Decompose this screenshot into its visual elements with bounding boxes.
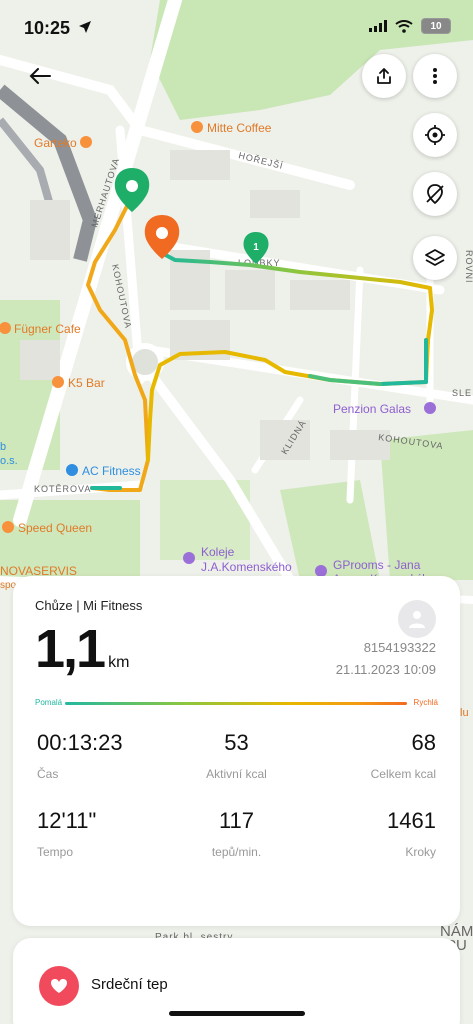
- poi-right: lu: [460, 707, 469, 719]
- metric-steps-label: Kroky: [405, 845, 436, 859]
- metric-active-kcal-value: 53: [224, 730, 249, 755]
- km-marker-label: 1: [253, 242, 259, 253]
- street-label: SLE: [452, 388, 472, 398]
- activity-datetime: 21.11.2023 10:09: [335, 662, 436, 677]
- cellular-signal-icon: [369, 20, 387, 32]
- fitness-icon[interactable]: [66, 464, 78, 476]
- activity-source: Chůze | Mi Fitness: [35, 598, 143, 613]
- locate-icon: [425, 125, 445, 145]
- cafe-icon[interactable]: [191, 121, 203, 133]
- heart-rate-label: Srdeční tep: [91, 976, 168, 993]
- locate-button[interactable]: [413, 113, 457, 157]
- activity-summary-card: Chůze | Mi Fitness 1,1 km 8154193322 21.…: [13, 576, 460, 926]
- poi-garteko[interactable]: Garteko: [34, 136, 77, 150]
- distance: 1,1 km: [35, 618, 129, 680]
- poi-gprooms[interactable]: GProoms - Jana: [333, 558, 421, 572]
- status-bar: 10:25 10: [0, 0, 473, 56]
- metric-total-kcal-label: Celkem kcal: [370, 767, 436, 781]
- street-label: KOTĚROVA: [34, 484, 91, 494]
- heart-icon: [51, 979, 67, 993]
- metric-heart-rate-label: tepů/min.: [211, 845, 262, 859]
- map-layers-button[interactable]: [413, 236, 457, 280]
- more-button[interactable]: [413, 54, 457, 98]
- poi-ac-fitness[interactable]: AC Fitness: [82, 464, 141, 478]
- status-time: 10:25: [24, 18, 71, 38]
- metric-total-kcal-value: 68: [411, 730, 436, 755]
- battery-icon: 10: [421, 18, 451, 34]
- poi-koleje-sub: J.A.Komenského: [201, 560, 292, 574]
- activity-id: 8154193322: [363, 640, 436, 655]
- status-icons: 10: [369, 18, 451, 34]
- poi-mitte-coffee[interactable]: Mitte Coffee: [207, 121, 272, 135]
- wifi-icon: [395, 19, 413, 33]
- distance-value: 1,1: [35, 619, 106, 679]
- layers-icon: [425, 249, 445, 266]
- more-icon: [433, 68, 437, 84]
- user-icon: [409, 611, 425, 628]
- pace-slow-label: Pomalá: [35, 698, 63, 707]
- pace-gradient-bar: [65, 702, 407, 705]
- hotel-icon[interactable]: [183, 552, 195, 564]
- poi-left: b: [0, 441, 6, 453]
- poi-koleje[interactable]: Koleje: [201, 545, 235, 559]
- street-label: ROVNÍ: [464, 250, 473, 284]
- poi-penzion-galas[interactable]: Penzion Galas: [333, 402, 411, 416]
- distance-unit: km: [108, 654, 130, 671]
- back-button[interactable]: [24, 60, 56, 92]
- hide-route-icon: [426, 184, 444, 205]
- hide-route-button[interactable]: [413, 172, 457, 216]
- hotel-icon[interactable]: [424, 402, 436, 414]
- home-indicator: [169, 1011, 305, 1016]
- share-icon: [377, 68, 391, 84]
- share-button[interactable]: [362, 54, 406, 98]
- pace-fast-label: Rychlá: [413, 698, 438, 707]
- battery-level: 10: [430, 20, 442, 32]
- laundry-icon[interactable]: [2, 521, 14, 533]
- poi-speed-queen[interactable]: Speed Queen: [18, 521, 92, 535]
- metric-steps-value: 1461: [387, 808, 436, 833]
- location-arrow-icon: [79, 21, 91, 33]
- poi-left-sub: o.s.: [0, 455, 18, 467]
- poi-fugner-cafe[interactable]: Fügner Cafe: [14, 322, 81, 336]
- cafe-icon[interactable]: [80, 136, 92, 148]
- heart-icon-badge: [39, 966, 79, 1006]
- bar-icon[interactable]: [52, 376, 64, 388]
- back-arrow-icon: [29, 68, 51, 84]
- poi-k5-bar[interactable]: K5 Bar: [68, 376, 105, 390]
- avatar[interactable]: [398, 600, 436, 638]
